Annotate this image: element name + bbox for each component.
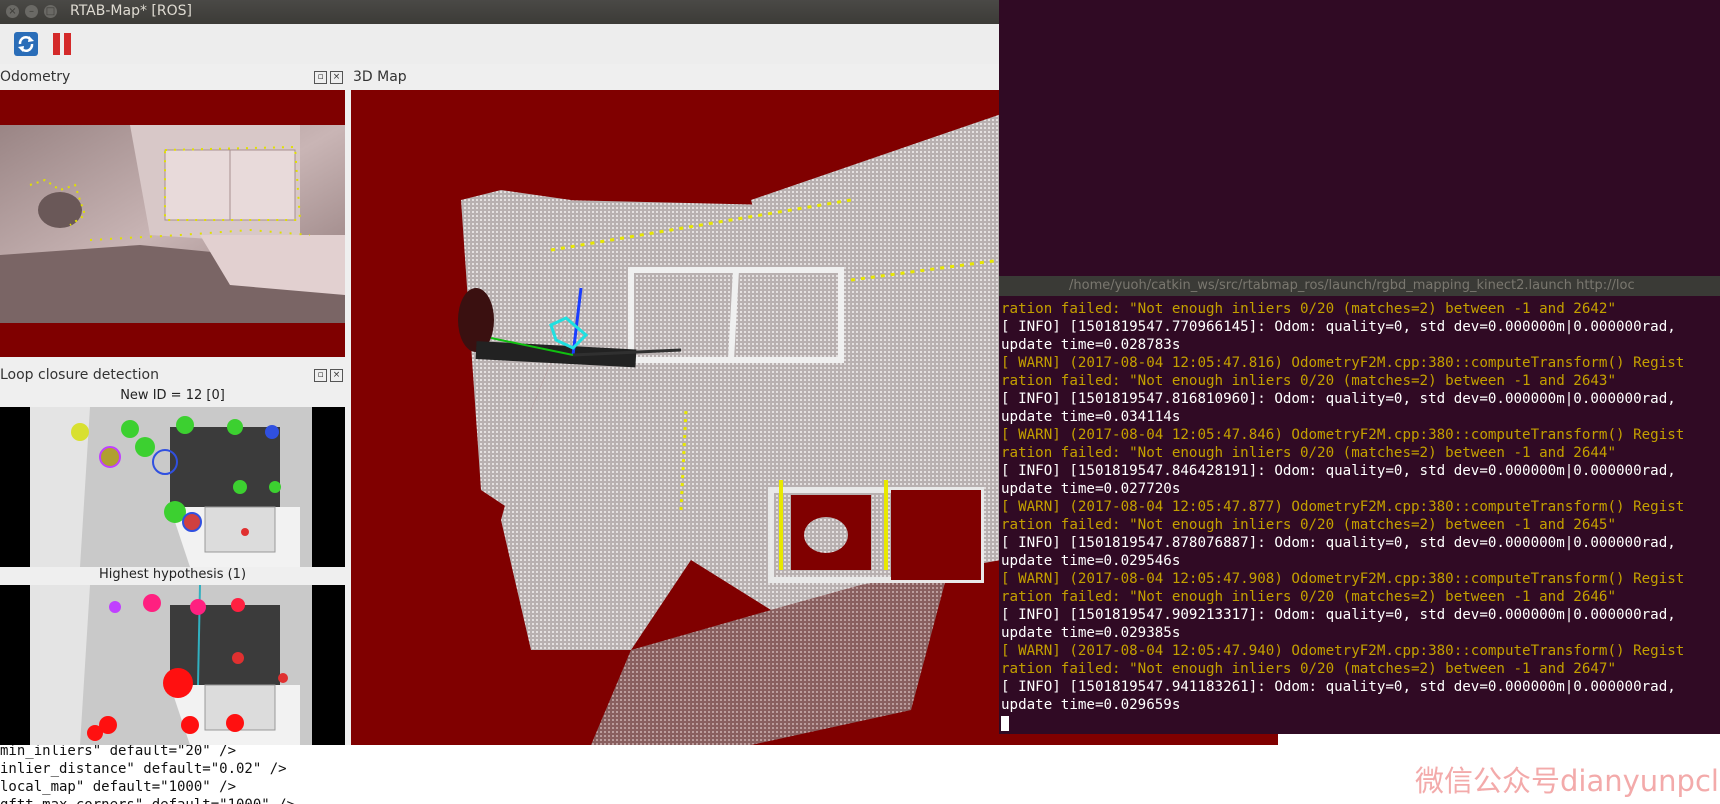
watermark: 微信公众号dianyunpcl xyxy=(1415,764,1719,798)
terminal-line: [ WARN] (2017-08-04 12:05:47.816) Odomet… xyxy=(1001,355,1685,371)
terminal-titlebar: /home/yuoh/catkin_ws/src/rtabmap_ros/lau… xyxy=(999,276,1720,296)
terminal-line: ration failed: "Not enough inliers 0/20 … xyxy=(1001,301,1616,317)
dock-float-icon[interactable]: ▫ xyxy=(314,369,327,382)
editor-line: gftt_max_corners" default="1000" /> xyxy=(0,796,295,804)
terminal-line: [ WARN] (2017-08-04 12:05:47.908) Odomet… xyxy=(1001,571,1685,587)
terminal-line: [ INFO] [1501819547.878076887]: Odom: qu… xyxy=(1001,535,1676,551)
terminal-line: [ WARN] (2017-08-04 12:05:47.940) Odomet… xyxy=(1001,643,1685,659)
terminal-line: [ INFO] [1501819547.816810960]: Odom: qu… xyxy=(1001,391,1676,407)
dock-float-icon[interactable]: ▫ xyxy=(314,71,327,84)
terminal-upper-area xyxy=(999,0,1720,285)
odometry-dock-title: Odometry xyxy=(0,69,71,85)
minimize-icon[interactable]: – xyxy=(25,5,38,18)
editor-text-area[interactable]: min_inliers" default="20" /> inlier_dist… xyxy=(0,745,1278,804)
terminal-line: [ WARN] (2017-08-04 12:05:47.846) Odomet… xyxy=(1001,427,1685,443)
refresh-icon[interactable] xyxy=(14,32,38,56)
loop-new-image xyxy=(0,407,345,567)
terminal-line: ration failed: "Not enough inliers 0/20 … xyxy=(1001,517,1616,533)
terminal-line: [ INFO] [1501819547.909213317]: Odom: qu… xyxy=(1001,607,1676,623)
highest-hypothesis-caption: Highest hypothesis (1) xyxy=(98,567,247,582)
terminal-line: ration failed: "Not enough inliers 0/20 … xyxy=(1001,589,1616,605)
terminal-title: /home/yuoh/catkin_ws/src/rtabmap_ros/lau… xyxy=(1069,278,1635,293)
dock-close-icon[interactable]: × xyxy=(330,369,343,382)
window-title: RTAB-Map* [ROS] xyxy=(70,3,192,19)
pause-icon[interactable] xyxy=(50,32,74,56)
maximize-icon[interactable]: □ xyxy=(44,5,57,18)
terminal-line: update time=0.034114s xyxy=(1001,409,1181,425)
terminal-line: [ WARN] (2017-08-04 12:05:47.877) Odomet… xyxy=(1001,499,1685,515)
dock-close-icon[interactable]: × xyxy=(330,71,343,84)
terminal-lines: ration failed: "Not enough inliers 0/20 … xyxy=(1001,300,1684,732)
terminal-line: [ INFO] [1501819547.846428191]: Odom: qu… xyxy=(1001,463,1676,479)
terminal-line: ration failed: "Not enough inliers 0/20 … xyxy=(1001,661,1616,677)
terminal-cursor xyxy=(1001,714,1684,732)
terminal-line: update time=0.029659s xyxy=(1001,697,1181,713)
odometry-camera-image xyxy=(0,125,345,323)
editor-line: local_map" default="1000" /> xyxy=(0,779,237,795)
terminal-line: update time=0.029546s xyxy=(1001,553,1181,569)
terminal-line: [ INFO] [1501819547.770966145]: Odom: qu… xyxy=(1001,319,1676,335)
terminal-line: ration failed: "Not enough inliers 0/20 … xyxy=(1001,373,1616,389)
loop-hypothesis-image xyxy=(0,584,345,745)
terminal-line: update time=0.028783s xyxy=(1001,337,1181,353)
odometry-view[interactable] xyxy=(0,90,345,357)
editor-line: inlier_distance" default="0.02" /> xyxy=(0,761,287,777)
terminal-line: [ INFO] [1501819547.941183261]: Odom: qu… xyxy=(1001,679,1676,695)
terminal-output[interactable]: ration failed: "Not enough inliers 0/20 … xyxy=(999,296,1720,734)
terminal-line: update time=0.029385s xyxy=(1001,625,1181,641)
loop-closure-dock-title: Loop closure detection xyxy=(0,367,159,383)
map3d-dock-title: 3D Map xyxy=(353,69,407,85)
terminal-line: ration failed: "Not enough inliers 0/20 … xyxy=(1001,445,1616,461)
editor-line: min_inliers" default="20" /> xyxy=(0,745,237,759)
terminal-line: update time=0.027720s xyxy=(1001,481,1181,497)
close-icon[interactable]: × xyxy=(6,5,19,18)
new-id-caption: New ID = 12 [0] xyxy=(120,388,225,403)
